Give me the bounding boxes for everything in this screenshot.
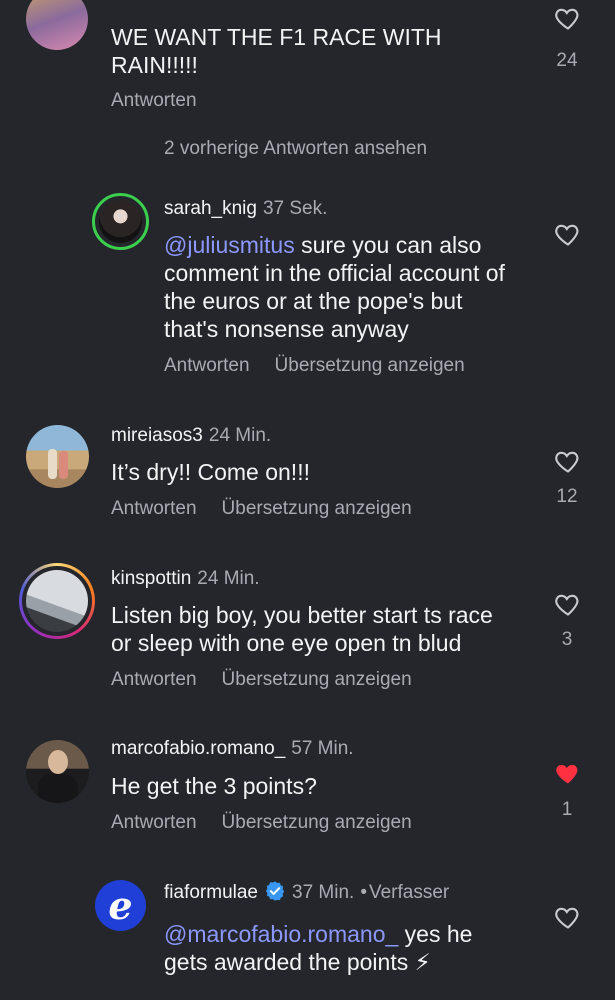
avatar-marcofabio-romano[interactable]: [26, 740, 89, 803]
comments-thread: WE WANT THE F1 RACE WITH RAIN!!!!! Antwo…: [0, 0, 615, 1000]
heart-outline-icon[interactable]: [553, 220, 583, 248]
comment-actions: Antworten Übersetzung anzeigen: [164, 355, 490, 377]
avatar-mireiasos3[interactable]: [26, 425, 89, 488]
like-count: 1: [561, 799, 573, 820]
avatar-sarah-knig[interactable]: [92, 193, 149, 250]
comment-text: He get the 3 points?: [111, 773, 317, 799]
like-count: 3: [561, 629, 573, 650]
reply-button[interactable]: Antworten: [164, 355, 250, 376]
comment-actions: Antworten: [111, 90, 222, 112]
comment-time: 37 Min.: [292, 882, 355, 903]
username-label[interactable]: kinspottin: [111, 568, 191, 589]
show-translation-button[interactable]: Übersetzung anzeigen: [222, 498, 412, 519]
separator: •: [360, 882, 367, 903]
mention-link[interactable]: @juliusmitus: [164, 232, 295, 258]
comment-text: @juliusmitus sure you can also comment i…: [164, 231, 514, 343]
heart-outline-icon[interactable]: [553, 590, 583, 618]
comment-actions: Antworten Übersetzung anzeigen: [111, 812, 437, 834]
heart-outline-icon[interactable]: [553, 903, 583, 931]
reply-button[interactable]: Antworten: [111, 812, 197, 833]
reply-button[interactable]: Antworten: [111, 669, 197, 690]
username-label[interactable]: fiaformulae: [164, 882, 258, 903]
avatar-fiaformulae[interactable]: e: [95, 880, 146, 931]
comment-username[interactable]: mireiasos3 24 Min.: [111, 425, 271, 447]
username-label[interactable]: marcofabio.romano_: [111, 738, 285, 759]
avatar-kinspottin[interactable]: [19, 563, 95, 639]
show-translation-button[interactable]: Übersetzung anzeigen: [275, 355, 465, 376]
heart-filled-icon[interactable]: [553, 759, 583, 787]
mention-link[interactable]: @marcofabio.romano_: [164, 921, 398, 947]
show-translation-button[interactable]: Übersetzung anzeigen: [222, 669, 412, 690]
like-count: 12: [556, 486, 578, 507]
comment-time: 37 Sek.: [262, 198, 328, 219]
comment-username[interactable]: kinspottin 24 Min.: [111, 568, 260, 590]
view-previous-replies-button[interactable]: 2 vorherige Antworten ansehen: [164, 138, 427, 160]
comment-text: @marcofabio.romano_ yes he gets awarded …: [164, 920, 514, 976]
comment-text: Listen big boy, you better start ts race…: [111, 602, 493, 656]
comment-time: 24 Min.: [208, 425, 272, 446]
formula-e-logo-icon: e: [108, 882, 133, 928]
comment-username[interactable]: fiaformulae 37 Min. • Verfasser: [164, 880, 449, 904]
verified-badge-icon: [265, 881, 285, 901]
comment-time: 24 Min.: [197, 568, 260, 589]
show-translation-button[interactable]: Übersetzung anzeigen: [222, 812, 412, 833]
comment-text: It’s dry!! Come on!!!: [111, 459, 310, 485]
comment-actions: Antworten Übersetzung anzeigen: [111, 498, 437, 520]
comment-time: 57 Min.: [291, 738, 354, 759]
reply-button[interactable]: Antworten: [111, 498, 197, 519]
heart-outline-icon[interactable]: [553, 4, 583, 32]
author-label: Verfasser: [368, 882, 450, 903]
username-label[interactable]: sarah_knig: [164, 198, 257, 219]
comment-actions: Antworten Übersetzung anzeigen: [111, 669, 437, 691]
heart-outline-icon[interactable]: [553, 447, 583, 475]
reply-button[interactable]: Antworten: [111, 90, 197, 111]
like-count: 24: [556, 50, 578, 71]
comment-text: WE WANT THE F1 RACE WITH RAIN!!!!!: [111, 24, 442, 78]
avatar-commenter-0[interactable]: [26, 0, 88, 50]
username-label[interactable]: mireiasos3: [111, 425, 203, 446]
comment-username[interactable]: sarah_knig 37 Sek.: [164, 198, 327, 220]
comment-username[interactable]: marcofabio.romano_ 57 Min.: [111, 738, 354, 760]
